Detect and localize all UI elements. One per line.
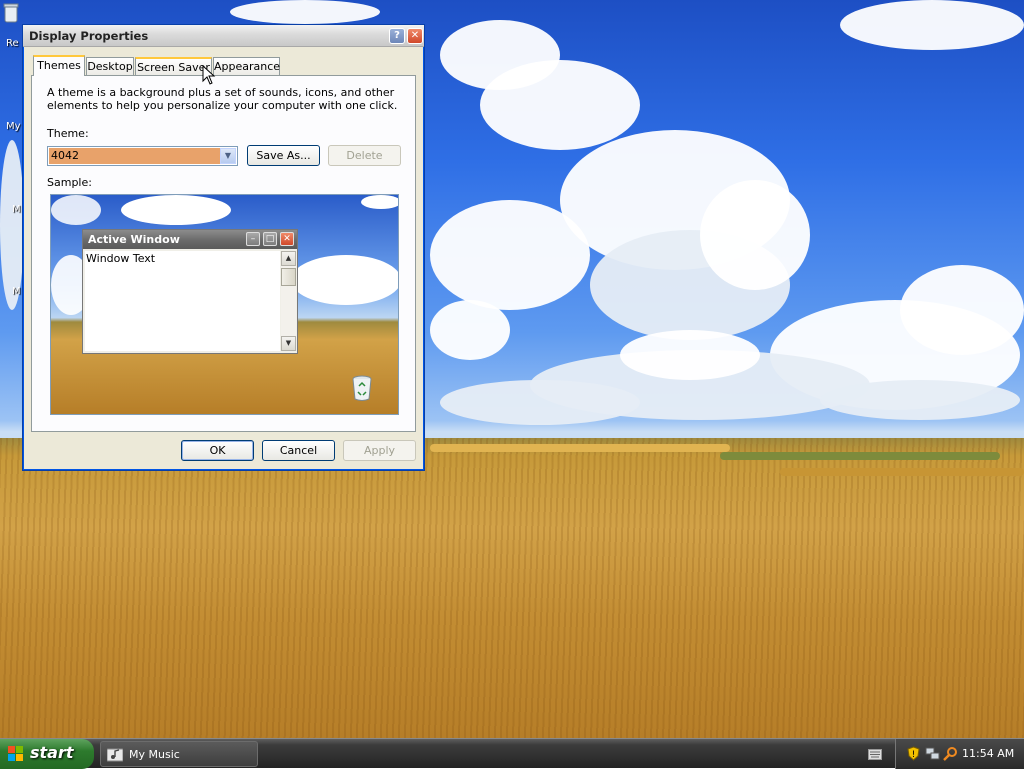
theme-description: A theme is a background plus a set of so… bbox=[47, 86, 398, 112]
start-button[interactable]: start bbox=[0, 739, 94, 769]
svg-text:!: ! bbox=[912, 750, 916, 760]
tab-desktop[interactable]: Desktop bbox=[86, 57, 134, 75]
sample-window-text: Window Text bbox=[85, 251, 280, 351]
chevron-down-icon[interactable]: ▼ bbox=[220, 148, 236, 164]
save-as-button[interactable]: Save As... bbox=[247, 145, 320, 166]
recycle-bin-desktop-icon[interactable] bbox=[0, 2, 22, 27]
ok-button[interactable]: OK bbox=[181, 440, 254, 461]
taskbar-item-my-music[interactable]: My Music bbox=[100, 741, 258, 767]
themes-tab-panel: A theme is a background plus a set of so… bbox=[31, 75, 416, 432]
tab-screen-saver[interactable]: Screen Saver bbox=[135, 57, 212, 75]
close-button[interactable]: ✕ bbox=[407, 28, 423, 44]
tab-appearance[interactable]: Appearance bbox=[213, 57, 280, 75]
theme-select[interactable]: 4042 ▼ bbox=[47, 146, 238, 166]
start-label: start bbox=[30, 743, 74, 762]
search-icon[interactable] bbox=[943, 746, 958, 761]
display-properties-window: Display Properties ? ✕ Themes Desktop Sc… bbox=[22, 24, 425, 471]
sample-active-window: Active Window – □ ✕ Window Text ▲ ▼ bbox=[82, 229, 298, 354]
folder-music-icon bbox=[107, 748, 123, 762]
recycle-bin-icon bbox=[352, 375, 372, 401]
clock[interactable]: 11:54 AM bbox=[962, 747, 1014, 760]
apply-button[interactable]: Apply bbox=[343, 440, 416, 461]
theme-label: Theme: bbox=[47, 127, 89, 140]
theme-sample-preview: Active Window – □ ✕ Window Text ▲ ▼ bbox=[50, 194, 399, 415]
sample-title-bar: Active Window – □ ✕ bbox=[83, 230, 297, 249]
delete-button[interactable]: Delete bbox=[328, 145, 401, 166]
wheat-field bbox=[0, 438, 1024, 738]
taskbar: start My Music ! 11:54 AM bbox=[0, 738, 1024, 769]
sample-window-title: Active Window bbox=[88, 233, 180, 246]
keyboard-icon[interactable] bbox=[868, 749, 882, 760]
cancel-button[interactable]: Cancel bbox=[262, 440, 335, 461]
scroll-down-icon: ▼ bbox=[281, 336, 296, 351]
maximize-icon: □ bbox=[263, 232, 277, 246]
security-shield-icon[interactable]: ! bbox=[906, 746, 921, 761]
scroll-thumb bbox=[281, 268, 296, 286]
system-tray: ! 11:54 AM bbox=[895, 739, 1024, 769]
theme-select-value: 4042 bbox=[49, 148, 220, 164]
sample-label: Sample: bbox=[47, 176, 92, 189]
scroll-up-icon: ▲ bbox=[281, 251, 296, 266]
taskbar-item-label: My Music bbox=[129, 748, 180, 761]
tab-themes[interactable]: Themes bbox=[33, 55, 85, 76]
window-title: Display Properties bbox=[29, 29, 149, 43]
minimize-icon: – bbox=[246, 232, 260, 246]
help-button[interactable]: ? bbox=[389, 28, 405, 44]
sample-scrollbar: ▲ ▼ bbox=[281, 251, 296, 351]
network-icon[interactable] bbox=[925, 746, 940, 761]
mouse-cursor-icon bbox=[202, 65, 216, 85]
title-bar[interactable]: Display Properties ? ✕ bbox=[23, 25, 424, 47]
windows-logo-icon bbox=[8, 746, 23, 761]
close-icon: ✕ bbox=[280, 232, 294, 246]
